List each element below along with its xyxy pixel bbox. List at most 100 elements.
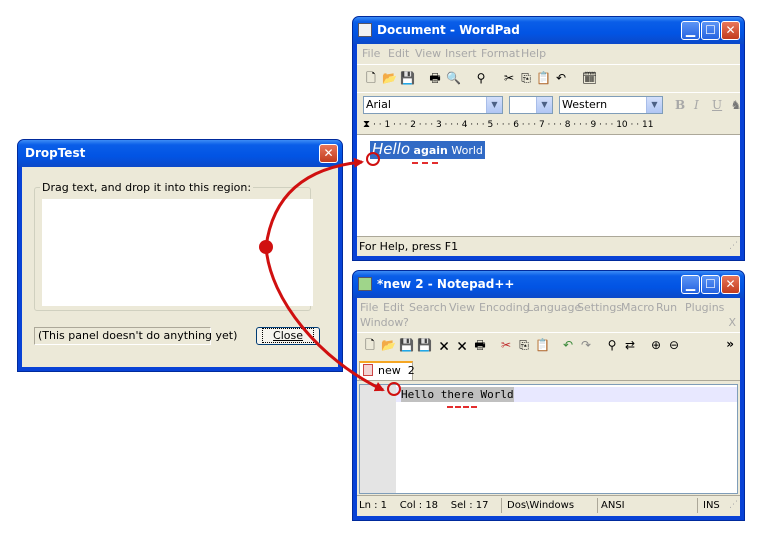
doc-word-world: World — [451, 144, 483, 157]
npp-menu-language[interactable]: Language — [527, 301, 581, 314]
underline-button[interactable]: U — [712, 98, 722, 112]
script-value: Western — [562, 98, 608, 111]
npp-menu-plugins[interactable]: Plugins — [685, 301, 724, 314]
chevron-down-icon[interactable]: ▼ — [536, 97, 552, 113]
replace-icon[interactable]: ⇄ — [623, 338, 637, 352]
close-all-icon[interactable]: 🗙 — [455, 338, 469, 352]
notepadpp-editor[interactable]: Hello there World — [359, 384, 738, 494]
paste-icon[interactable]: 📋 — [536, 71, 551, 85]
maximize-icon[interactable]: ☐ — [701, 275, 720, 294]
toolbar-overflow[interactable]: » — [726, 337, 734, 351]
droptest-status-panel: (This panel doesn't do anything yet) — [34, 327, 237, 345]
wordpad-menu-format[interactable]: Format — [481, 47, 520, 60]
wordpad-titlebar[interactable]: Document - WordPad ▁ ☐ ✕ — [353, 17, 744, 44]
italic-button[interactable]: I — [694, 98, 699, 112]
status-divider — [501, 498, 502, 513]
status-divider — [697, 498, 698, 513]
new-document-icon[interactable]: 🗋 — [364, 71, 378, 85]
notepadpp-titlebar[interactable]: *new 2 - Notepad++ ▁ ☐ ✕ — [353, 271, 744, 298]
find-binoculars-icon[interactable]: ⚲ — [474, 71, 488, 85]
wordpad-menu-view[interactable]: View — [415, 47, 441, 60]
wordpad-menu-edit[interactable]: Edit — [388, 47, 409, 60]
editor-line-1[interactable]: Hello there World — [401, 387, 514, 402]
ruler-marker-icon[interactable]: ⧗ — [363, 116, 370, 134]
wordpad-window: Document - WordPad ▁ ☐ ✕ File Edit View … — [352, 16, 745, 261]
wordpad-menu-insert[interactable]: Insert — [445, 47, 477, 60]
npp-menu-macro[interactable]: Macro — [621, 301, 654, 314]
droptest-titlebar[interactable]: DropTest ✕ — [18, 140, 342, 167]
font-name-value: Arial — [366, 98, 391, 111]
paste-icon[interactable]: 📋 — [535, 338, 550, 352]
insert-datetime-icon[interactable]: 🗓 — [582, 71, 597, 85]
npp-menu-window[interactable]: Window — [360, 316, 403, 329]
drop-insert-marker — [412, 162, 438, 164]
wordpad-menu-file[interactable]: File — [362, 47, 380, 60]
copy-icon[interactable]: ⎘ — [519, 71, 533, 85]
bold-button[interactable]: B — [675, 98, 685, 112]
wordpad-close-icon[interactable]: ✕ — [721, 21, 740, 40]
npp-menu-search[interactable]: Search — [409, 301, 447, 314]
notepadpp-title: *new 2 - Notepad++ — [377, 277, 515, 291]
cut-icon[interactable]: ✂ — [499, 338, 513, 352]
maximize-icon[interactable]: ☐ — [701, 21, 720, 40]
close-file-icon[interactable]: 🗙 — [437, 338, 451, 352]
undo-icon[interactable]: ↶ — [554, 71, 568, 85]
droptest-close-icon[interactable]: ✕ — [319, 144, 338, 163]
zoom-in-icon[interactable]: ⊕ — [649, 338, 663, 352]
status-divider — [597, 498, 598, 513]
npp-menu-view[interactable]: View — [449, 301, 475, 314]
print-preview-icon[interactable]: 🔍 — [446, 71, 461, 85]
open-file-icon[interactable]: 📂 — [381, 338, 396, 352]
wordpad-document[interactable]: Hello again World — [357, 135, 740, 237]
drop-region[interactable] — [42, 199, 313, 306]
find-icon[interactable]: ⚲ — [605, 338, 619, 352]
redo-icon[interactable]: ↷ — [579, 338, 593, 352]
save-icon[interactable]: 💾 — [399, 338, 414, 352]
tab-new-2[interactable]: new 2 — [359, 361, 415, 380]
wordpad-statusbar: For Help, press F1 ⋰ — [357, 236, 740, 256]
undo-icon[interactable]: ↶ — [561, 338, 575, 352]
droptest-client: Drag text, and drop it into this region:… — [22, 167, 338, 367]
font-name-combo[interactable]: Arial ▼ — [363, 96, 503, 114]
status-position: Ln : 1 Col : 18 Sel : 17 — [359, 500, 489, 511]
script-combo[interactable]: Western ▼ — [559, 96, 663, 114]
resize-grip-icon[interactable]: ⋰ — [729, 496, 738, 515]
close-button[interactable]: Close — [256, 327, 320, 345]
wordpad-menu-help[interactable]: Help — [521, 47, 546, 60]
notepadpp-client: File Edit Search View Encoding Language … — [357, 298, 740, 516]
notepadpp-toolbar: 🗋 📂 💾 💾 🗙 🗙 🖶 ✂ ⎘ 📋 ↶ ↷ ⚲ ⇄ ⊕ ⊖ » — [357, 332, 740, 360]
save-disk-icon[interactable]: 💾 — [400, 71, 415, 85]
print-icon[interactable]: 🖶 — [473, 338, 487, 352]
npp-menu-help[interactable]: ? — [403, 316, 409, 329]
notepadpp-close-icon[interactable]: ✕ — [721, 275, 740, 294]
font-size-combo[interactable]: ▼ — [509, 96, 553, 114]
zoom-out-icon[interactable]: ⊖ — [667, 338, 681, 352]
print-icon[interactable]: 🖶 — [428, 71, 442, 85]
notepadpp-app-icon — [358, 277, 372, 291]
new-file-icon[interactable]: 🗋 — [363, 338, 377, 352]
chevron-down-icon[interactable]: ▼ — [646, 97, 662, 113]
ruler[interactable]: ⧗ · · 1 · · · 2 · · · 3 · · · 4 · · · 5 … — [357, 116, 740, 135]
minimize-icon[interactable]: ▁ — [681, 275, 700, 294]
npp-menu-file[interactable]: File — [360, 301, 378, 314]
droptest-status-text: (This panel doesn't do anything yet) — [38, 329, 238, 342]
tab-label: new 2 — [378, 364, 415, 377]
cut-scissors-icon[interactable]: ✂ — [502, 71, 516, 85]
open-folder-icon[interactable]: 📂 — [382, 71, 397, 85]
chevron-down-icon[interactable]: ▼ — [486, 97, 502, 113]
status-eol: Dos\Windows — [507, 500, 575, 511]
wordpad-selected-text[interactable]: Hello again World — [370, 141, 485, 159]
minimize-icon[interactable]: ▁ — [681, 21, 700, 40]
status-mode: INS — [703, 500, 720, 511]
wordpad-standard-toolbar: 🗋 📂 💾 🖶 🔍 ⚲ ✂ ⎘ 📋 ↶ 🗓 — [357, 64, 740, 94]
npp-menu-run[interactable]: Run — [656, 301, 677, 314]
save-all-icon[interactable]: 💾 — [417, 338, 432, 352]
npp-menu-encoding[interactable]: Encoding — [479, 301, 530, 314]
color-icon[interactable]: ♞ — [729, 98, 743, 112]
npp-menu-close[interactable]: X — [728, 316, 736, 329]
drop-group-label: Drag text, and drop it into this region: — [42, 181, 252, 194]
resize-grip-icon[interactable]: ⋰ — [729, 237, 738, 256]
copy-icon[interactable]: ⎘ — [517, 338, 531, 352]
npp-menu-edit[interactable]: Edit — [383, 301, 404, 314]
npp-menu-settings[interactable]: Settings — [577, 301, 622, 314]
